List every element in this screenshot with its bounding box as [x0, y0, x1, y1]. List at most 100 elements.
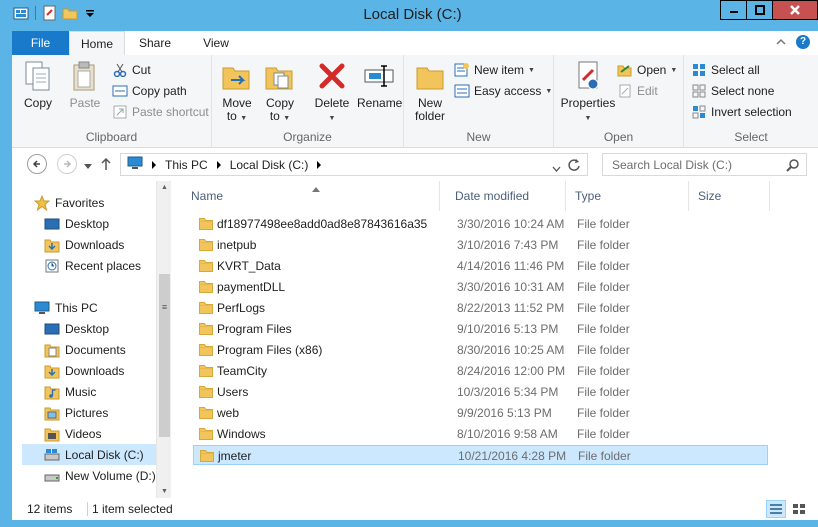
file-type: File folder: [577, 259, 630, 273]
close-button[interactable]: [772, 0, 818, 20]
scissors-icon: [113, 63, 127, 77]
table-row[interactable]: Program Files (x86) 8/30/2016 10:25 AM Fil…: [193, 340, 768, 360]
file-name: KVRT_Data: [217, 259, 281, 273]
new-item-button[interactable]: New item ▼: [454, 60, 535, 80]
column-header-size[interactable]: Size: [691, 181, 770, 211]
table-row[interactable]: jmeter 10/21/2016 4:28 PM File folder: [193, 445, 768, 465]
nav-fav-downloads[interactable]: Downloads: [44, 234, 124, 255]
minimize-button[interactable]: [720, 0, 747, 20]
rename-icon: [364, 65, 394, 87]
cut-button[interactable]: Cut: [112, 60, 151, 80]
window-title: Local Disk (C:): [363, 6, 462, 23]
recent-locations-icon[interactable]: [84, 159, 92, 173]
music-icon: [44, 386, 60, 399]
column-header-name[interactable]: Name: [184, 181, 440, 211]
easy-access-button[interactable]: Easy access ▼: [454, 81, 552, 101]
up-arrow-icon[interactable]: [100, 157, 112, 174]
clipboard-group: Copy Paste Cut Copy path Paste shortcut …: [12, 55, 212, 148]
search-icon[interactable]: [786, 158, 800, 175]
table-row[interactable]: Users 10/3/2016 5:34 PM File folder: [193, 382, 768, 402]
refresh-icon[interactable]: [567, 158, 581, 175]
breadcrumb-local-disk[interactable]: Local Disk (C:): [230, 158, 309, 172]
breadcrumb-this-pc[interactable]: This PC: [165, 158, 208, 172]
search-input[interactable]: Search Local Disk (C:): [602, 153, 807, 176]
copy-button[interactable]: Copy: [20, 59, 56, 110]
nav-pc-downloads[interactable]: Downloads: [44, 360, 124, 381]
nav-pc-documents[interactable]: Documents: [44, 339, 126, 360]
tab-file[interactable]: File: [12, 31, 69, 55]
folder-icon: [199, 322, 213, 335]
column-header-date[interactable]: Date modified: [448, 181, 566, 211]
new-folder-button[interactable]: New folder: [410, 59, 450, 123]
nav-pc-desktop[interactable]: Desktop: [44, 318, 109, 339]
paste-button[interactable]: Paste: [67, 59, 103, 110]
scrollbar-thumb[interactable]: [159, 274, 170, 437]
edit-icon: [619, 84, 631, 98]
properties-icon: [578, 61, 599, 90]
breadcrumb-separator-icon[interactable]: [316, 158, 322, 172]
nav-pc-new-volume[interactable]: New Volume (D:): [44, 465, 156, 486]
copy-path-button[interactable]: Copy path: [112, 81, 187, 101]
invert-selection-button[interactable]: Invert selection: [691, 102, 792, 122]
table-row[interactable]: TeamCity 8/24/2016 12:00 PM File folder: [193, 361, 768, 381]
recent-places-icon: [45, 259, 59, 272]
open-button[interactable]: Open ▼: [617, 60, 677, 80]
maximize-button[interactable]: [746, 0, 773, 20]
computer-icon: [34, 301, 50, 314]
details-view-icon: [770, 504, 782, 514]
delete-button[interactable]: Delete ▼: [312, 59, 352, 125]
title-bar: Local Disk (C:): [7, 0, 818, 31]
table-row[interactable]: KVRT_Data 4/14/2016 11:46 PM File folder: [193, 256, 768, 276]
select-group: Select all Select none Invert selection …: [684, 55, 818, 148]
folder-icon: [199, 238, 213, 251]
edit-button[interactable]: Edit: [617, 81, 658, 101]
scroll-down-icon[interactable]: ▼: [157, 488, 172, 495]
paste-shortcut-button[interactable]: Paste shortcut: [112, 102, 209, 122]
details-view-button[interactable]: [766, 500, 786, 518]
rename-button[interactable]: Rename: [357, 59, 402, 110]
back-button[interactable]: [27, 154, 47, 174]
nav-pc-videos[interactable]: Videos: [44, 423, 101, 444]
table-row[interactable]: Program Files 9/10/2016 5:13 PM File folde…: [193, 319, 768, 339]
breadcrumb-separator-icon[interactable]: [216, 158, 222, 172]
nav-pc-local-disk[interactable]: Local Disk (C:): [22, 444, 156, 465]
tab-view[interactable]: View: [197, 31, 235, 55]
table-row[interactable]: paymentDLL 3/30/2016 10:31 AM File folder: [193, 277, 768, 297]
breadcrumb-separator-icon[interactable]: [151, 158, 157, 172]
nav-pc-music[interactable]: Music: [44, 381, 96, 402]
table-row[interactable]: df18977498ee8add0ad8e87843616a35 3/30/201…: [193, 214, 768, 234]
file-type: File folder: [577, 322, 630, 336]
select-none-icon: [692, 84, 706, 98]
address-bar[interactable]: This PC Local Disk (C:): [120, 153, 588, 176]
move-to-button[interactable]: Move to ▼: [218, 59, 256, 125]
tab-share[interactable]: Share: [133, 31, 177, 55]
table-row[interactable]: PerfLogs 8/22/2013 11:52 PM File folder: [193, 298, 768, 318]
new-item-icon: [454, 63, 469, 77]
file-date: 3/30/2016 10:31 AM: [457, 280, 565, 294]
nav-pc-pictures[interactable]: Pictures: [44, 402, 108, 423]
nav-this-pc[interactable]: This PC: [34, 297, 98, 318]
copy-to-icon: [265, 67, 293, 90]
copy-to-button[interactable]: Copy to ▼: [261, 59, 299, 125]
nav-scrollbar[interactable]: ▲ ≡ ▼: [156, 181, 171, 498]
scroll-up-icon[interactable]: ▲: [157, 184, 172, 191]
table-row[interactable]: Windows 8/10/2016 9:58 AM File folder: [193, 424, 768, 444]
large-icons-view-button[interactable]: [789, 500, 809, 518]
open-group: Properties ▼ Open ▼ Edit Open: [554, 55, 684, 148]
column-header-type[interactable]: Type: [568, 181, 689, 211]
minimize-ribbon-icon[interactable]: [776, 35, 786, 49]
properties-button[interactable]: Properties ▼: [560, 59, 616, 125]
select-none-button[interactable]: Select none: [691, 81, 774, 101]
tab-home[interactable]: Home: [69, 31, 125, 55]
select-all-button[interactable]: Select all: [691, 60, 760, 80]
file-type: File folder: [577, 364, 630, 378]
forward-button[interactable]: [57, 154, 77, 174]
folder-icon: [199, 406, 213, 419]
address-dropdown-icon[interactable]: [552, 161, 561, 175]
nav-fav-desktop[interactable]: Desktop: [44, 213, 109, 234]
nav-favorites[interactable]: Favorites: [34, 192, 104, 213]
help-icon[interactable]: ?: [796, 35, 810, 49]
nav-fav-recent-places[interactable]: Recent places: [44, 255, 141, 276]
table-row[interactable]: web 9/9/2016 5:13 PM File folder: [193, 403, 768, 423]
table-row[interactable]: inetpub 3/10/2016 7:43 PM File folder: [193, 235, 768, 255]
